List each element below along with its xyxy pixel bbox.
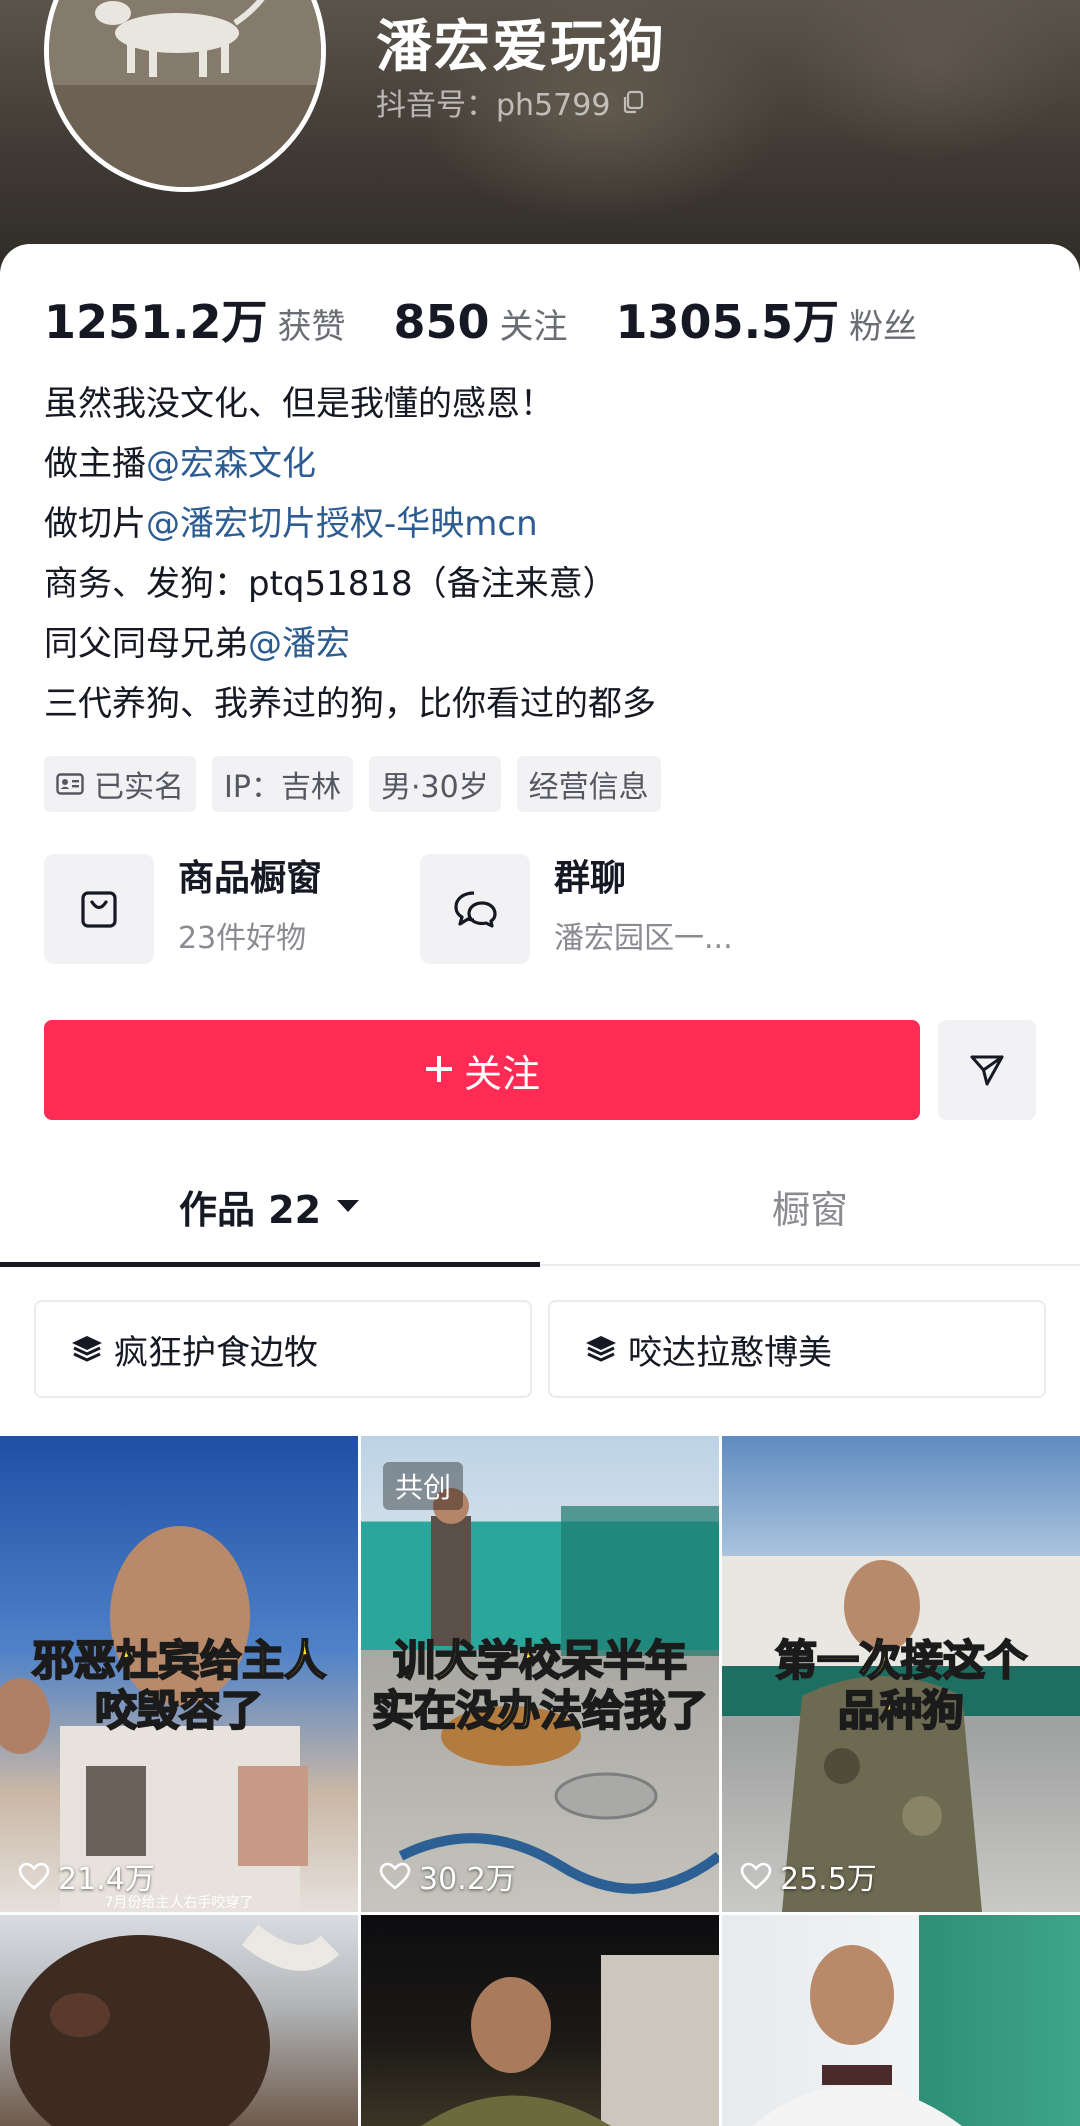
video-likes-count: 25.5万 bbox=[780, 1862, 877, 1897]
video-tile[interactable] bbox=[0, 1915, 358, 2126]
stats-row: 1251.2万 获赞 850 关注 1305.5万 粉丝 bbox=[44, 286, 965, 352]
video-caption: 咬毁容了 bbox=[94, 1685, 264, 1736]
douyin-id-row[interactable]: 抖音号：ph5799 bbox=[376, 80, 646, 124]
business-info-tag[interactable]: 经营信息 bbox=[516, 756, 661, 812]
ip-tag: IP：吉林 bbox=[212, 756, 353, 812]
nickname: 潘宏爱玩狗 bbox=[376, 15, 666, 80]
mention-link[interactable]: @宏森文化 bbox=[146, 444, 316, 484]
chat-bubbles-icon bbox=[454, 891, 497, 928]
video-caption: 品种狗 bbox=[837, 1685, 965, 1736]
video-caption: 第一次接这个 bbox=[774, 1635, 1028, 1686]
bio-line: 做切片@潘宏切片授权-华映mcn bbox=[44, 494, 1044, 554]
plus-icon bbox=[424, 1048, 454, 1092]
bio-line: 商务、发狗：ptq51818（备注来意） bbox=[44, 564, 617, 604]
verified-tag[interactable]: 已实名 bbox=[44, 756, 196, 812]
gender-age-tag: 男·30岁 bbox=[368, 756, 501, 812]
followers-count: 1305.5万 bbox=[615, 295, 840, 349]
group-chat-name: 潘宏园区一... bbox=[554, 921, 733, 956]
id-card-icon bbox=[56, 773, 84, 795]
video-likes: 25.5万 bbox=[740, 1854, 877, 1898]
tab-shop-window[interactable]: 橱窗 bbox=[540, 1148, 1080, 1264]
followers-label: 粉丝 bbox=[849, 307, 918, 347]
likes-label: 获赞 bbox=[277, 307, 346, 347]
thumbnail-art bbox=[421, 1955, 719, 2126]
group-chat-icon-box bbox=[420, 854, 530, 964]
likes-stat: 1251.2万 获赞 bbox=[44, 286, 346, 352]
collection-item[interactable]: 咬达拉憨博美 bbox=[548, 1300, 1046, 1398]
video-tile[interactable] bbox=[361, 1915, 719, 2126]
followers-stat[interactable]: 1305.5万 粉丝 bbox=[616, 286, 918, 352]
shop-icon-box bbox=[44, 854, 154, 964]
bio-line: 同父同母兄弟@潘宏 bbox=[44, 614, 1044, 674]
follow-label: 关注 bbox=[463, 1051, 540, 1096]
video-tile[interactable]: 邪恶杜宾给主人 咬毁容了 21.4万 7月份给主人右手咬穿了 bbox=[0, 1436, 358, 1912]
layers-icon bbox=[584, 1334, 618, 1364]
share-button[interactable] bbox=[938, 1020, 1036, 1120]
likes-count: 1251.2万 bbox=[44, 295, 268, 349]
video-tile[interactable] bbox=[722, 1915, 1080, 2126]
avatar[interactable] bbox=[44, 0, 326, 192]
follow-button[interactable]: 关注 bbox=[44, 1020, 920, 1120]
video-thumbnail bbox=[361, 1915, 719, 2126]
bio: 虽然我没文化、但是我懂的感恩！ 做主播@宏森文化 做切片@潘宏切片授权-华映mc… bbox=[44, 374, 1044, 734]
send-icon bbox=[970, 1055, 1004, 1086]
shop-window-count: 23件好物 bbox=[178, 921, 307, 956]
mention-link[interactable]: @潘宏切片授权-华映mcn bbox=[146, 504, 538, 544]
tab-active-indicator bbox=[0, 1262, 540, 1267]
bio-line: 做主播@宏森文化 bbox=[44, 434, 1044, 494]
profile-banner: 潘宏爱玩狗 抖音号：ph5799 bbox=[0, 0, 1080, 280]
tab-works[interactable]: 作品 22 bbox=[0, 1148, 540, 1267]
tab-works-label: 作品 22 bbox=[178, 1187, 322, 1232]
video-caption: 实在没办法给我了 bbox=[371, 1685, 709, 1736]
tab-shop-label: 橱窗 bbox=[771, 1187, 848, 1232]
video-tile[interactable]: 共创 训犬学校呆半年 实在没办法给我了 30.2万 bbox=[361, 1436, 719, 1912]
bio-text: 做切片 bbox=[44, 504, 146, 544]
video-thumbnail bbox=[0, 1915, 358, 2126]
verified-label: 已实名 bbox=[94, 770, 184, 805]
co-creation-badge: 共创 bbox=[383, 1462, 464, 1510]
feature-entries: 商品橱窗 23件好物 群聊 潘宏园区一... bbox=[44, 854, 1044, 974]
mention-link[interactable]: @潘宏 bbox=[248, 624, 350, 664]
video-likes: 30.2万 bbox=[379, 1854, 516, 1898]
collection-item[interactable]: 疯狂护食边牧 bbox=[34, 1300, 532, 1398]
heart-icon bbox=[379, 1862, 411, 1890]
shopping-bag-icon bbox=[81, 891, 117, 928]
collections-row: 疯狂护食边牧 咬达拉憨博美 bbox=[34, 1300, 1046, 1400]
shop-window-title: 商品橱窗 bbox=[178, 858, 323, 899]
bio-line: 三代养狗、我养过的狗，比你看过的都多 bbox=[44, 684, 656, 724]
video-subtitle: 7月份给主人右手咬穿了 bbox=[104, 1895, 254, 1911]
thumbnail-art bbox=[10, 1924, 340, 2126]
video-caption: 邪恶杜宾给主人 bbox=[31, 1635, 327, 1686]
video-caption: 训犬学校呆半年 bbox=[392, 1635, 688, 1686]
bio-text: 做主播 bbox=[44, 444, 146, 484]
heart-icon bbox=[18, 1862, 50, 1890]
following-count: 850 bbox=[393, 295, 490, 349]
video-tile[interactable]: 第一次接这个 品种狗 25.5万 bbox=[722, 1436, 1080, 1912]
group-chat-entry[interactable]: 群聊 潘宏园区一... bbox=[420, 854, 733, 964]
caret-down-icon[interactable] bbox=[335, 1198, 361, 1214]
collection-label: 咬达拉憨博美 bbox=[628, 1332, 832, 1373]
content-tabs: 作品 22 橱窗 bbox=[0, 1148, 1080, 1267]
douyin-id: 抖音号：ph5799 bbox=[376, 88, 611, 123]
shop-window-entry[interactable]: 商品橱窗 23件好物 bbox=[44, 854, 322, 964]
avatar-photo bbox=[49, 0, 321, 187]
group-chat-title: 群聊 bbox=[554, 858, 627, 899]
profile-tags: 已实名 IP：吉林 男·30岁 经营信息 bbox=[44, 756, 677, 812]
collection-label: 疯狂护食边牧 bbox=[114, 1332, 318, 1373]
video-thumbnail bbox=[722, 1915, 1080, 2126]
copy-icon[interactable] bbox=[620, 89, 646, 115]
thumbnail-art bbox=[752, 1945, 962, 2126]
following-label: 关注 bbox=[499, 307, 568, 347]
bio-line: 虽然我没文化、但是我懂的感恩！ bbox=[44, 384, 554, 424]
layers-icon bbox=[70, 1334, 104, 1364]
video-likes-count: 30.2万 bbox=[419, 1862, 516, 1897]
bio-text: 同父同母兄弟 bbox=[44, 624, 248, 664]
following-stat[interactable]: 850 关注 bbox=[394, 295, 568, 349]
heart-icon bbox=[740, 1862, 772, 1890]
